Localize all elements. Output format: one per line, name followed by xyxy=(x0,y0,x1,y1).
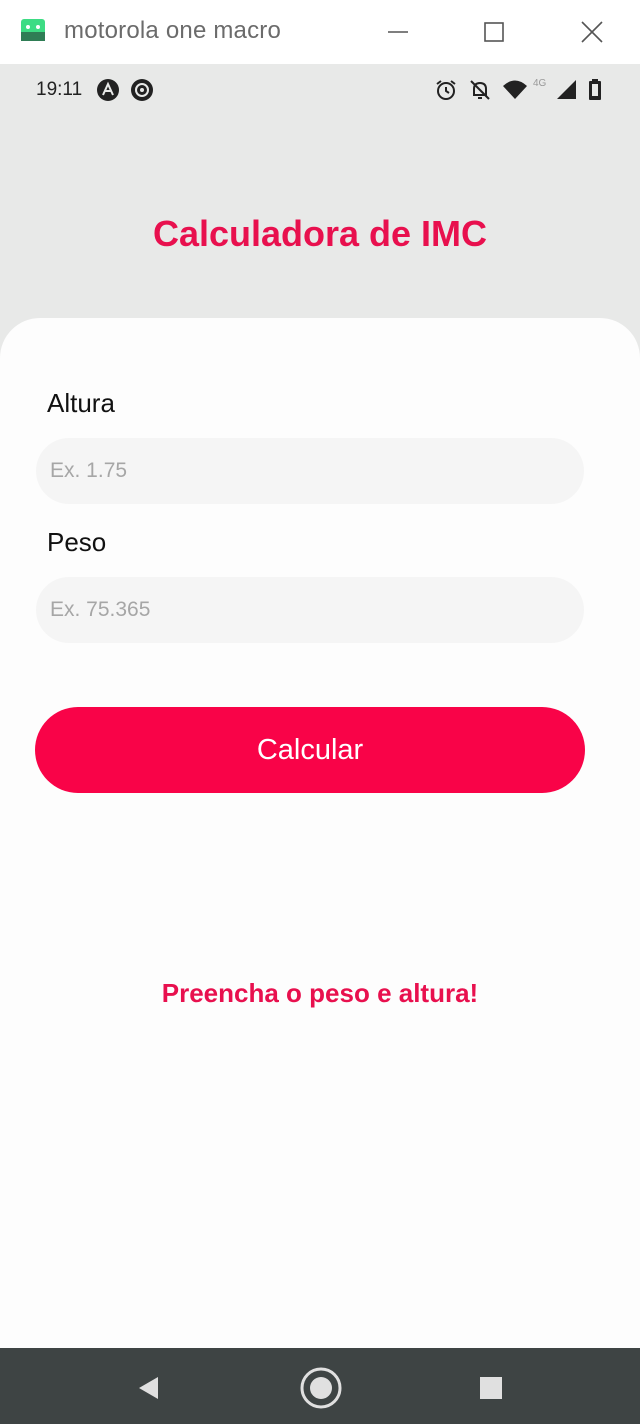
home-button[interactable] xyxy=(299,1366,343,1410)
battery-icon xyxy=(589,79,601,100)
recents-icon xyxy=(480,1377,502,1399)
window-title: motorola one macro xyxy=(64,17,282,44)
minimize-button[interactable] xyxy=(378,12,418,52)
home-icon xyxy=(300,1367,342,1409)
weight-input[interactable] xyxy=(36,577,584,643)
height-label: Altura xyxy=(47,388,115,418)
back-button[interactable] xyxy=(127,1366,171,1410)
close-button[interactable] xyxy=(572,12,612,52)
signal-icon xyxy=(557,80,576,99)
form-card: Altura Peso Calcular Preencha o peso e a… xyxy=(0,318,640,1348)
weight-label: Peso xyxy=(47,527,107,557)
height-input[interactable] xyxy=(36,438,584,504)
status-bar: 19:11 4G xyxy=(0,64,640,118)
android-app-icon xyxy=(21,19,45,41)
page-title: Calculadora de IMC xyxy=(152,213,488,254)
result-message: Preencha o peso e altura! xyxy=(161,978,479,1008)
back-icon xyxy=(139,1377,158,1399)
alarm-icon xyxy=(436,80,456,100)
silent-icon xyxy=(470,80,490,100)
maximize-button[interactable] xyxy=(474,12,514,52)
close-icon xyxy=(581,21,603,43)
navigation-bar xyxy=(0,1348,640,1424)
maximize-icon xyxy=(484,22,504,42)
status-time: 19:11 xyxy=(36,79,83,100)
recents-button[interactable] xyxy=(469,1366,513,1410)
notification-a-icon xyxy=(97,79,119,101)
notification-sync-icon xyxy=(131,79,153,101)
calculate-button[interactable]: Calcular xyxy=(35,707,585,793)
app-header: Calculadora de IMC xyxy=(0,118,640,328)
wifi-icon xyxy=(503,80,527,99)
minimize-icon xyxy=(388,31,408,33)
network-type: 4G xyxy=(533,78,547,89)
window-titlebar: motorola one macro xyxy=(0,0,640,64)
